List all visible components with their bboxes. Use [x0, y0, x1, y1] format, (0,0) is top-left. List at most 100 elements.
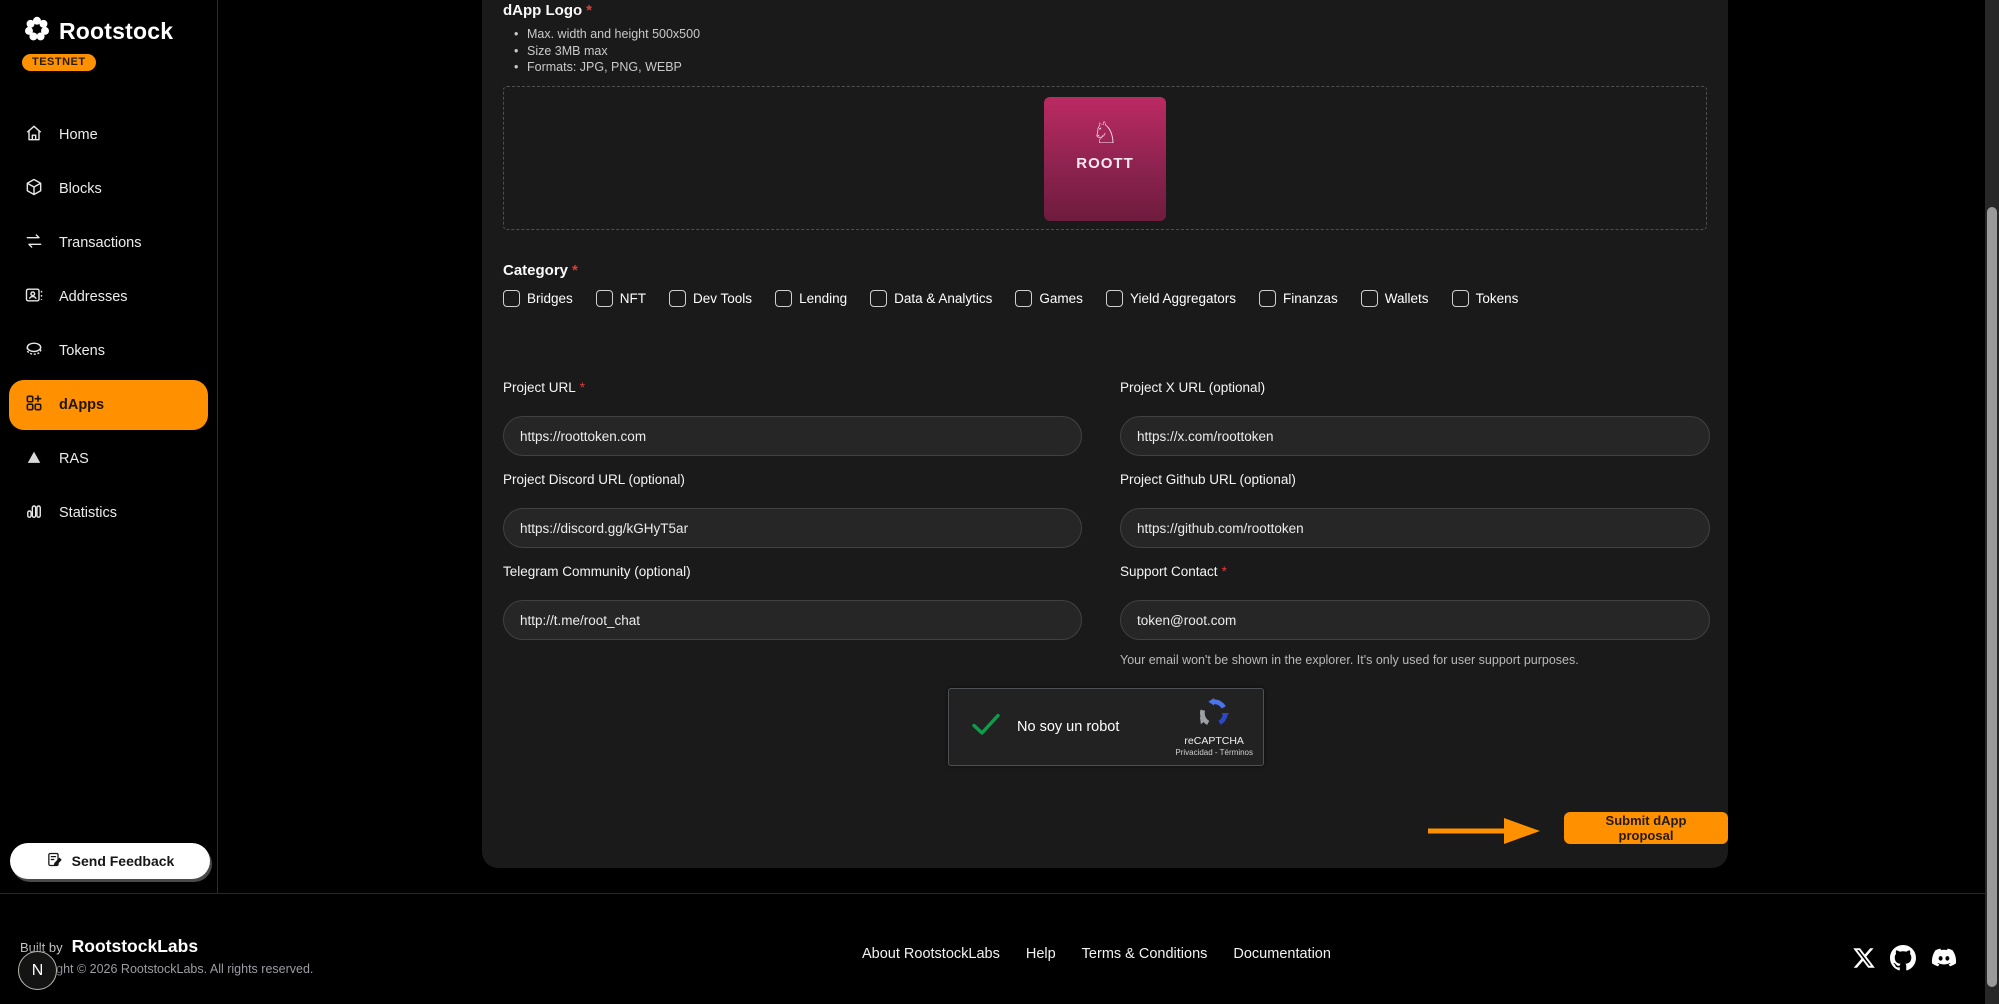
required-asterisk: * [580, 380, 585, 395]
required-asterisk: * [1222, 564, 1227, 579]
footer-link-documentation[interactable]: Documentation [1233, 946, 1331, 962]
checkbox[interactable] [1259, 290, 1276, 307]
submit-row: Submit dApp proposal [482, 812, 1728, 852]
recaptcha-privacy-links[interactable]: Privacidad - Términos [1175, 748, 1253, 757]
sidebar-item-tokens[interactable]: Tokens [0, 324, 217, 378]
checkbox[interactable] [1106, 290, 1123, 307]
coin-icon [24, 339, 44, 363]
company-name: RootstockLabs [72, 936, 198, 957]
copyright-text: Copyright © 2026 RootstockLabs. All righ… [20, 962, 313, 976]
checkbox[interactable] [1452, 290, 1469, 307]
rootstock-logo-icon [22, 14, 52, 49]
dapp-proposal-form-card: dApp Logo* Max. width and height 500x500… [482, 0, 1728, 868]
overlay-n-bubble[interactable]: N [18, 951, 57, 990]
bar-chart-icon [24, 501, 44, 525]
recaptcha-brand-name: reCAPTCHA [1175, 735, 1253, 747]
category-option-nft[interactable]: NFT [596, 290, 646, 307]
sidebar-item-label: Home [59, 127, 98, 143]
project-github-url-label: Project Github URL (optional) [1120, 472, 1710, 489]
category-option-data-analytics[interactable]: Data & Analytics [870, 290, 992, 307]
category-checkbox-row: Bridges NFT Dev Tools Lending Data & Ana… [503, 290, 1518, 307]
brand-name: Rootstock [59, 18, 173, 45]
logo-rules-list: Max. width and height 500x500 Size 3MB m… [514, 26, 700, 76]
category-option-games[interactable]: Games [1015, 290, 1083, 307]
checkbox[interactable] [669, 290, 686, 307]
category-section-label: Category* [503, 262, 578, 279]
logo-rule: Size 3MB max [514, 43, 700, 60]
checkbox[interactable] [1015, 290, 1032, 307]
captcha-checkmark-icon[interactable] [971, 712, 1001, 743]
telegram-community-input[interactable] [503, 600, 1082, 640]
sidebar-item-label: Tokens [59, 343, 105, 359]
category-option-yield-aggregators[interactable]: Yield Aggregators [1106, 290, 1236, 307]
brand: Rootstock TESTNET [22, 14, 173, 71]
sidebar: Rootstock TESTNET Home Blocks Transactio… [0, 0, 218, 893]
support-contact-input[interactable] [1120, 600, 1710, 640]
sidebar-item-label: Statistics [59, 505, 117, 521]
dapp-logo-section-label: dApp Logo* [503, 2, 592, 19]
checkbox[interactable] [775, 290, 792, 307]
cube-icon [24, 177, 44, 201]
project-discord-url-input[interactable] [503, 508, 1082, 548]
recaptcha-widget[interactable]: No soy un robot reCAPTCHA Privacidad - T… [948, 688, 1264, 766]
discord-icon[interactable] [1930, 944, 1958, 972]
sidebar-item-transactions[interactable]: Transactions [0, 216, 217, 270]
url-fields-grid: Project URL* Project X URL (optional) Pr… [503, 380, 1710, 667]
footer-link-terms[interactable]: Terms & Conditions [1082, 946, 1208, 962]
testnet-badge: TESTNET [22, 54, 96, 71]
home-icon [24, 123, 44, 147]
required-asterisk: * [586, 2, 592, 19]
x-twitter-icon[interactable] [1852, 946, 1876, 970]
logo-upload-dropzone[interactable]: ♘ ROOTT [503, 86, 1707, 230]
annotation-arrow-icon [1428, 816, 1540, 851]
sidebar-item-dapps[interactable]: dApps [9, 380, 208, 430]
sidebar-item-addresses[interactable]: Addresses [0, 270, 217, 324]
checkbox[interactable] [1361, 290, 1378, 307]
send-feedback-button[interactable]: Send Feedback [10, 843, 210, 879]
knight-icon: ♘ [1092, 119, 1119, 149]
project-x-url-label: Project X URL (optional) [1120, 380, 1710, 397]
checkbox[interactable] [596, 290, 613, 307]
support-contact-helper-text: Your email won't be shown in the explore… [1120, 653, 1710, 667]
category-option-wallets[interactable]: Wallets [1361, 290, 1429, 307]
category-option-dev-tools[interactable]: Dev Tools [669, 290, 752, 307]
contact-card-icon [24, 285, 44, 309]
triangle-icon [24, 447, 44, 471]
sidebar-item-label: Blocks [59, 181, 102, 197]
project-url-input[interactable] [503, 416, 1082, 456]
category-option-tokens[interactable]: Tokens [1452, 290, 1519, 307]
project-url-label: Project URL* [503, 380, 1082, 397]
logo-preview-name: ROOTT [1076, 155, 1134, 172]
category-option-bridges[interactable]: Bridges [503, 290, 573, 307]
footer-link-help[interactable]: Help [1026, 946, 1056, 962]
logo-preview[interactable]: ♘ ROOTT [1044, 97, 1166, 221]
project-github-url-input[interactable] [1120, 508, 1710, 548]
sidebar-item-ras[interactable]: RAS [0, 432, 217, 486]
project-discord-url-label: Project Discord URL (optional) [503, 472, 1082, 489]
checkbox[interactable] [870, 290, 887, 307]
social-icons [1852, 944, 1958, 972]
swap-arrows-icon [24, 231, 44, 255]
sidebar-nav: Home Blocks Transactions Addresses Token… [0, 108, 217, 540]
dapps-grid-icon [24, 393, 44, 417]
checkbox[interactable] [503, 290, 520, 307]
page-scrollbar[interactable] [1985, 0, 1999, 1004]
sidebar-item-label: Addresses [59, 289, 128, 305]
github-icon[interactable] [1890, 945, 1916, 971]
sidebar-item-home[interactable]: Home [0, 108, 217, 162]
category-option-lending[interactable]: Lending [775, 290, 847, 307]
scrollbar-thumb[interactable] [1987, 207, 1997, 987]
category-option-finanzas[interactable]: Finanzas [1259, 290, 1338, 307]
project-x-url-input[interactable] [1120, 416, 1710, 456]
feedback-memo-icon [46, 851, 63, 871]
captcha-label: No soy un robot [1017, 719, 1119, 735]
footer-links: About RootstockLabs Help Terms & Conditi… [862, 946, 1331, 962]
sidebar-item-blocks[interactable]: Blocks [0, 162, 217, 216]
submit-dapp-proposal-button[interactable]: Submit dApp proposal [1564, 812, 1728, 844]
sidebar-item-statistics[interactable]: Statistics [0, 486, 217, 540]
footer: Built by RootstockLabs Copyright © 2026 … [0, 893, 1999, 1004]
required-asterisk: * [572, 262, 578, 279]
logo-rule: Max. width and height 500x500 [514, 26, 700, 43]
footer-link-about[interactable]: About RootstockLabs [862, 946, 1000, 962]
sidebar-item-label: Transactions [59, 235, 141, 251]
